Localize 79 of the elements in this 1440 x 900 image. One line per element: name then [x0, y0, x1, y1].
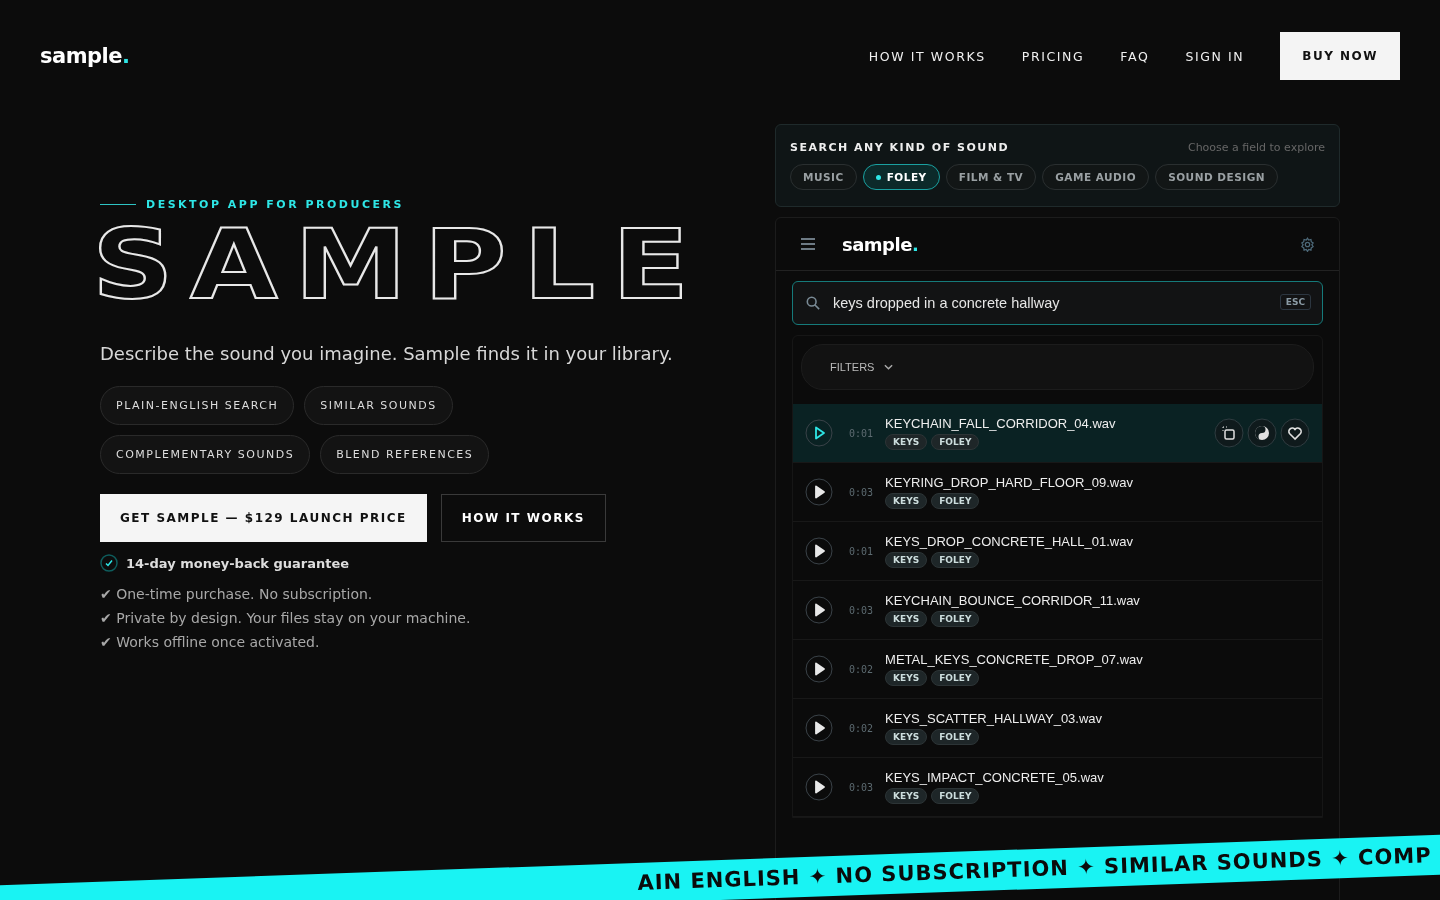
tag-chip: KEYS: [885, 611, 928, 627]
get-sample-button[interactable]: GET SAMPLE — $129 LAUNCH PRICE: [100, 494, 427, 542]
play-button[interactable]: [805, 419, 833, 447]
field-chip[interactable]: MUSIC: [790, 164, 857, 190]
nav-link[interactable]: PRICING: [1021, 48, 1085, 64]
file-name: METAL_KEYS_CONCRETE_DROP_07.wav: [885, 652, 1143, 667]
file-name: KEYS_SCATTER_HALLWAY_03.wav: [885, 711, 1103, 726]
filters-dropdown[interactable]: FILTERS: [824, 360, 900, 374]
result-row[interactable]: 0:02 KEYS_SCATTER_HALLWAY_03.wav KEYS FOLEY: [793, 699, 1322, 758]
file-name: KEYCHAIN_FALL_CORRIDOR_04.wav: [885, 416, 1116, 431]
yin-yang-icon[interactable]: [1247, 418, 1277, 448]
search-icon: [806, 296, 820, 310]
eyebrow-text: DESKTOP APP FOR PRODUCERS: [146, 198, 404, 211]
field-chip[interactable]: GAME AUDIO: [1042, 164, 1150, 190]
result-row[interactable]: 0:01 KEYCHAIN_FALL_CORRIDOR_04.wav KEYS FOLEY: [793, 404, 1322, 463]
benefit-text: ✔ Works offline once activated.: [100, 634, 321, 650]
feature-chip: SIMILAR SOUNDS: [304, 386, 453, 425]
tag-chip: FOLEY: [931, 611, 980, 627]
tag-chip: FOLEY: [931, 552, 980, 568]
result-row[interactable]: 0:03 KEYS_IMPACT_CONCRETE_05.wav KEYS FOLEY: [793, 758, 1322, 817]
hero-title: SAMPLE: [92, 217, 706, 313]
panel-title: SEARCH ANY KIND OF SOUND: [790, 141, 1010, 154]
tag-chip: FOLEY: [931, 788, 980, 804]
esc-key: ESC: [1279, 294, 1311, 310]
tag-chip: KEYS: [885, 729, 928, 745]
play-button[interactable]: [805, 773, 833, 801]
guarantee-text: 14-day money-back guarantee: [126, 555, 350, 571]
nav-link[interactable]: HOW IT WORKS: [868, 48, 986, 64]
tag-chip: FOLEY: [931, 434, 980, 450]
tag-chip: KEYS: [885, 493, 928, 509]
app-logo: sample.: [842, 233, 919, 255]
file-name: KEYCHAIN_BOUNCE_CORRIDOR_11.wav: [885, 593, 1140, 608]
play-button[interactable]: [805, 655, 833, 683]
tag-chip: FOLEY: [931, 493, 980, 509]
tag-chip: FOLEY: [931, 729, 980, 745]
tag-chip: FOLEY: [931, 670, 980, 686]
benefit-text: ✔ Private by design. Your files stay on your machine.: [100, 610, 472, 626]
tag-chip: KEYS: [885, 434, 928, 450]
duration-text: 0:03: [849, 604, 874, 616]
duration-text: 0:01: [849, 427, 874, 439]
duration-text: 0:03: [849, 781, 874, 793]
chevron-icon: [884, 364, 894, 370]
nav-link[interactable]: SIGN IN: [1185, 48, 1245, 64]
play-button[interactable]: [805, 478, 833, 506]
result-row[interactable]: 0:03 KEYCHAIN_BOUNCE_CORRIDOR_11.wav KEYS FOLEY: [793, 581, 1322, 640]
field-chip[interactable]: FOLEY: [862, 164, 940, 190]
tag-chip: KEYS: [885, 670, 928, 686]
buy-now-button[interactable]: BUY NOW: [1280, 32, 1400, 80]
settings-icon[interactable]: [1300, 236, 1315, 252]
result-row[interactable]: 0:02 METAL_KEYS_CONCRETE_DROP_07.wav KEYS FOLEY: [793, 640, 1322, 699]
hero-subtitle: Describe the sound you imagine. Sample finds it in your library.: [100, 343, 674, 364]
duration-text: 0:02: [849, 722, 874, 734]
duration-text: 0:03: [849, 486, 874, 498]
feature-chip: BLEND REFERENCES: [320, 435, 490, 474]
logo[interactable]: sample.: [40, 44, 130, 68]
duration-text: 0:01: [849, 545, 874, 557]
file-name: KEYS_IMPACT_CONCRETE_05.wav: [885, 770, 1104, 785]
play-button[interactable]: [805, 596, 833, 624]
file-name: KEYS_DROP_CONCRETE_HALL_01.wav: [885, 534, 1133, 549]
field-chip[interactable]: FILM & TV: [945, 164, 1037, 190]
nav-link[interactable]: FAQ: [1120, 48, 1150, 64]
feature-chip: COMPLEMENTARY SOUNDS: [100, 435, 311, 474]
play-button[interactable]: [805, 714, 833, 742]
panel-hint: Choose a field to explore: [1187, 141, 1325, 154]
result-row[interactable]: 0:01 KEYS_DROP_CONCRETE_HALL_01.wav KEYS FOLEY: [793, 522, 1322, 581]
play-button[interactable]: [805, 537, 833, 565]
tag-chip: KEYS: [885, 552, 928, 568]
duration-text: 0:02: [849, 663, 874, 675]
tag-chip: KEYS: [885, 788, 928, 804]
how-it-works-button[interactable]: HOW IT WORKS: [440, 494, 606, 542]
check-icon: [100, 554, 118, 572]
menu-icon[interactable]: [800, 238, 816, 250]
result-row[interactable]: 0:03 KEYRING_DROP_HARD_FLOOR_09.wav KEYS FOLEY: [793, 463, 1322, 522]
field-chip[interactable]: SOUND DESIGN: [1155, 164, 1279, 190]
benefit-text: ✔ One-time purchase. No subscription.: [100, 586, 374, 602]
copy-icon[interactable]: [1214, 418, 1244, 448]
ticker-text: AIN ENGLISH ✦ NO SUBSCRIPTION ✦ SIMILAR SOUNDS ✦ COMP: [637, 843, 1432, 895]
feature-chip: PLAIN-ENGLISH SEARCH: [100, 386, 295, 425]
file-name: KEYRING_DROP_HARD_FLOOR_09.wav: [885, 475, 1133, 490]
